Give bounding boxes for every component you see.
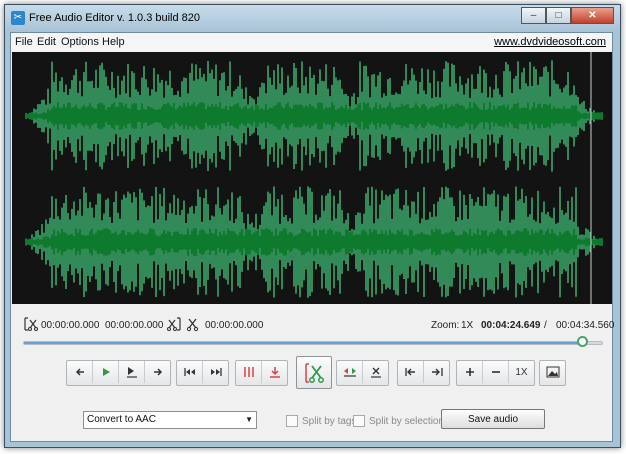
play-icon <box>102 368 110 376</box>
playback-slider[interactable] <box>23 341 603 345</box>
playback-slider-thumb[interactable] <box>577 336 588 347</box>
split-by-tags-option[interactable]: Split by tags <box>286 415 356 427</box>
minus-icon <box>491 371 500 373</box>
transport-group <box>66 360 171 386</box>
waveform-view[interactable] <box>12 52 612 304</box>
format-select[interactable]: Convert to AAC ▼ <box>83 411 257 429</box>
go-to-end-button[interactable] <box>203 361 228 383</box>
add-marker-button[interactable] <box>262 361 287 383</box>
time-separator: / <box>544 320 547 331</box>
split-by-selections-label: Split by selections <box>369 415 450 427</box>
remove-selection-button[interactable] <box>363 361 388 383</box>
menu-bar: File Edit Options Help www.dvdvideosoft.… <box>11 33 612 51</box>
scissors-app-icon: ✂ <box>11 11 25 25</box>
skip-back-icon <box>183 368 195 376</box>
close-button[interactable]: ✕ <box>571 7 614 24</box>
go-to-start-button[interactable] <box>177 361 203 383</box>
add-marker-icon <box>269 367 280 378</box>
split-by-tags-label: Split by tags <box>302 415 357 427</box>
next-marker-icon <box>431 368 443 376</box>
snapshot-group <box>539 360 566 386</box>
remove-selection-icon <box>370 367 381 378</box>
zoom-out-button[interactable] <box>483 361 509 383</box>
website-link[interactable]: www.dvdvideosoft.com <box>494 36 606 48</box>
split-markers-button[interactable] <box>236 361 262 383</box>
play-button[interactable] <box>93 361 119 383</box>
select-range-icon <box>343 368 356 377</box>
zoom-label: Zoom: <box>431 320 460 331</box>
minimize-button[interactable]: – <box>521 7 546 24</box>
menu-options[interactable]: Options <box>61 36 99 48</box>
selection-end-icon[interactable] <box>166 316 182 332</box>
split-markers-icon <box>243 367 254 377</box>
client-area: File Edit Options Help www.dvdvideosoft.… <box>10 32 615 442</box>
zoom-value: 1X <box>461 320 474 331</box>
cut-button[interactable] <box>296 356 332 389</box>
window-title: Free Audio Editor v. 1.0.3 build 820 <box>29 12 201 24</box>
cut-position-icon[interactable] <box>185 316 201 332</box>
menu-help[interactable]: Help <box>102 36 125 48</box>
markers-group <box>235 360 288 386</box>
jump-group <box>397 360 450 386</box>
waveform-svg <box>25 52 603 304</box>
zoom-reset-button[interactable]: 1X <box>509 361 534 383</box>
save-audio-button[interactable]: Save audio <box>441 409 545 429</box>
menu-edit[interactable]: Edit <box>37 36 56 48</box>
navigate-group <box>176 360 229 386</box>
window-controls: – □ ✕ <box>521 7 614 25</box>
split-by-selections-checkbox[interactable] <box>353 415 365 427</box>
playback-slider-fill <box>24 342 582 344</box>
split-by-tags-checkbox[interactable] <box>286 415 298 427</box>
select-segment-button[interactable] <box>337 361 363 383</box>
menu-file[interactable]: File <box>15 36 33 48</box>
skip-forward-icon <box>210 368 222 376</box>
maximize-button[interactable]: □ <box>546 7 571 24</box>
selection-start-time: 00:00:00.000 <box>41 320 100 331</box>
scissors-cut-icon <box>305 362 324 383</box>
title-bar[interactable]: ✂ Free Audio Editor v. 1.0.3 build 820 –… <box>5 5 620 31</box>
image-icon <box>546 366 559 378</box>
total-time: 00:04:34.560 <box>556 320 615 331</box>
play-to-mark-icon <box>126 367 137 378</box>
app-window: ✂ Free Audio Editor v. 1.0.3 build 820 –… <box>4 4 621 448</box>
selection-end-time: 00:00:00.000 <box>105 320 164 331</box>
prev-marker-icon <box>404 368 415 376</box>
current-time: 00:04:24.649 <box>481 320 541 331</box>
step-forward-button[interactable] <box>145 361 170 383</box>
zoom-in-button[interactable] <box>457 361 483 383</box>
bottom-bar: Convert to AAC ▼ Split by tags Split by … <box>11 405 612 441</box>
selection-start-icon[interactable] <box>23 316 39 332</box>
prev-marker-button[interactable] <box>398 361 424 383</box>
zoom-group: 1X <box>456 360 535 386</box>
format-select-value: Convert to AAC <box>87 414 156 425</box>
selection-group <box>336 360 389 386</box>
step-back-button[interactable] <box>67 361 93 383</box>
chevron-down-icon: ▼ <box>245 415 253 424</box>
cut-position-time: 00:00:00.000 <box>205 320 264 331</box>
image-button[interactable] <box>540 361 565 383</box>
split-by-selections-option[interactable]: Split by selections <box>353 415 449 427</box>
plus-icon <box>465 368 474 376</box>
play-selection-button[interactable] <box>119 361 145 383</box>
arrow-left-icon <box>75 368 84 376</box>
arrow-right-icon <box>153 368 162 376</box>
next-marker-button[interactable] <box>424 361 449 383</box>
